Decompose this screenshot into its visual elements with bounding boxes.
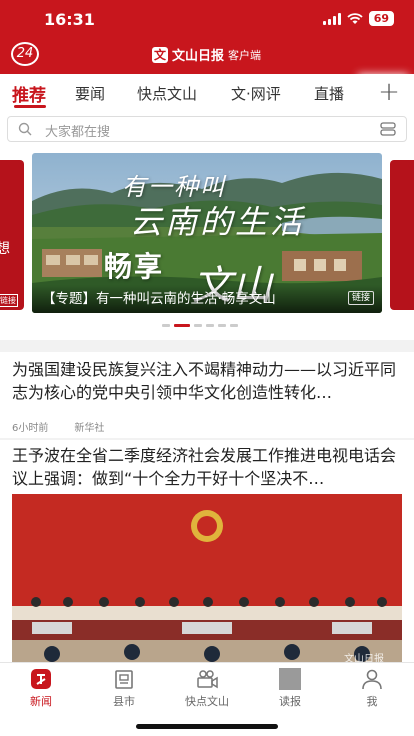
nav-newspaper[interactable]: 读报: [260, 667, 320, 709]
news-title[interactable]: 为强国建设民族复兴注入不竭精神动力——以习近平同志为核心的党中央引领中华文化创造…: [12, 358, 402, 404]
carousel-dot: [206, 324, 214, 327]
banner-carousel[interactable]: 想 链接 有一种叫 云南的生活 畅享 【专题】有一种叫云南的生活·畅享文山 链接: [0, 146, 414, 340]
carousel-dot: [194, 324, 202, 327]
slide-overlay-line3: 畅享: [104, 250, 165, 283]
video-icon: [197, 670, 218, 689]
nav-profile-label: 我: [366, 695, 378, 708]
carousel-slide[interactable]: 有一种叫 云南的生活 畅享 文山 【专题】有一种叫云南的生活·畅享文山 链接: [32, 153, 382, 313]
newspaper-icon: [279, 668, 301, 690]
search-icon: [18, 122, 32, 136]
tab-live[interactable]: 直播: [314, 83, 344, 104]
carousel-dot: [218, 324, 226, 327]
status-icons: 69: [322, 11, 394, 26]
logo-mark-icon: 文: [152, 46, 168, 63]
nav-county-label: 县市: [113, 695, 135, 708]
carousel-indicator: [162, 324, 238, 327]
app-logo: 文 文山日报 客户端: [152, 45, 261, 64]
profile-icon: [362, 669, 382, 690]
meeting-photo: [12, 494, 402, 669]
news-icon: [31, 669, 51, 689]
news-meta: 6小时前 新华社: [12, 419, 104, 434]
status-bar: 16:31 69: [0, 0, 414, 38]
prev-slide-text: 想: [0, 241, 10, 257]
carousel-dot-active: [174, 324, 190, 327]
county-icon: [115, 670, 133, 689]
nav-kuaidian[interactable]: 快点文山: [177, 667, 237, 709]
tab-headlines[interactable]: 要闻: [75, 83, 105, 104]
search-input[interactable]: 大家都在搜: [7, 116, 407, 142]
nav-news-label: 新闻: [30, 695, 52, 708]
carousel-next-slide[interactable]: [390, 160, 414, 310]
prev-slide-tag: 链接: [0, 294, 18, 307]
add-channel-button[interactable]: +: [364, 74, 414, 112]
tab-recommend[interactable]: 推荐: [12, 81, 46, 106]
nav-profile[interactable]: 我: [342, 667, 402, 709]
wifi-icon: [347, 12, 363, 24]
news-item[interactable]: 王予波在全省二季度经济社会发展工作推进电视电话会议上强调：做到“十个全力干好十个…: [0, 440, 414, 669]
tab-kuaidian-wenshan[interactable]: 快点文山: [137, 83, 197, 104]
news-time: 6小时前: [12, 423, 49, 434]
slide-caption[interactable]: 【专题】有一种叫云南的生活·畅享文山: [42, 287, 332, 307]
app-header: 24 文 文山日报 客户端: [0, 38, 414, 74]
carousel-prev-slide[interactable]: 想 链接: [0, 160, 24, 310]
scan-icon[interactable]: [380, 122, 396, 136]
search-bar: 大家都在搜: [0, 112, 414, 146]
slide-link-tag: 链接: [347, 291, 374, 305]
nav-county[interactable]: 县市: [94, 667, 154, 709]
slide-overlay-line2: 云南的生活: [130, 203, 306, 241]
news-image[interactable]: 文山日报: [12, 494, 402, 669]
home-indicator: [136, 724, 278, 729]
logo-text: 文山日报: [172, 49, 225, 64]
status-time: 16:31: [44, 10, 95, 29]
logo-subtitle: 客户端: [228, 48, 262, 62]
carousel-dot: [162, 324, 170, 327]
channel-tabs: 推荐 要闻 快点文山 文·网评 直播 +: [0, 74, 414, 112]
nav-kuaidian-label: 快点文山: [185, 695, 229, 708]
news-item[interactable]: 为强国建设民族复兴注入不竭精神动力——以习近平同志为核心的党中央引领中华文化创造…: [0, 352, 414, 438]
date-badge[interactable]: 24: [11, 42, 39, 66]
news-source: 新华社: [74, 423, 105, 434]
battery-indicator: 69: [368, 11, 394, 26]
signal-icon: [322, 12, 341, 25]
news-title[interactable]: 王予波在全省二季度经济社会发展工作推进电视电话会议上强调：做到“十个全力干好十个…: [12, 444, 402, 490]
carousel-dot: [230, 324, 238, 327]
tab-web-review[interactable]: 文·网评: [231, 83, 281, 104]
nav-news[interactable]: 新闻: [11, 667, 71, 709]
tab-active-indicator: [14, 105, 46, 108]
nav-newspaper-label: 读报: [279, 695, 301, 708]
search-placeholder: 大家都在搜: [45, 125, 111, 140]
